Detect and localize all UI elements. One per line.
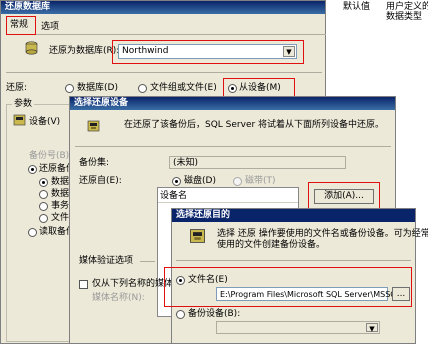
- sub-option-log[interactable]: [39, 202, 48, 211]
- disk-radio[interactable]: [172, 177, 181, 186]
- destination-description-line1: 选择 还原 操作要使用的文件名或备份设备。可为经常: [217, 229, 428, 239]
- filename-radio-label: 文件名(E): [188, 275, 228, 285]
- sub-option-file[interactable]: [39, 214, 48, 223]
- read-backup-radio[interactable]: [28, 228, 37, 237]
- filename-input-value: E:\Program Files\Microsoft SQL Server\MS…: [220, 290, 404, 299]
- tape-radio-label: 磁带(T): [245, 176, 276, 186]
- media-verify-line: [140, 261, 155, 262]
- restore-database-titlebar: 还原数据库: [1, 1, 325, 14]
- restore-as-highlight: [112, 40, 304, 64]
- restore-database-label: 数据库(D): [77, 83, 118, 93]
- device-label: 设备(V): [29, 117, 61, 127]
- separator-2: [75, 146, 391, 147]
- params-group-label: 参数: [12, 99, 35, 110]
- restore-filegroup-radio[interactable]: [138, 84, 147, 93]
- filename-input[interactable]: E:\Program Files\Microsoft SQL Server\MS…: [216, 287, 404, 301]
- device-icon: [13, 114, 26, 126]
- restore-from-label: 还原自(E):: [79, 176, 122, 186]
- database-icon: [25, 41, 38, 55]
- tape-device-icon: [87, 120, 100, 132]
- tape-radio[interactable]: [233, 177, 242, 186]
- backup-device-radio-label: 备份设备(B):: [188, 309, 241, 319]
- browse-button[interactable]: ...: [392, 287, 410, 301]
- check-media-checkbox[interactable]: [79, 280, 88, 289]
- filename-radio[interactable]: [176, 276, 185, 285]
- tab-options[interactable]: 选项: [41, 22, 59, 33]
- udt-header-line2: 数据类型: [386, 12, 423, 22]
- backup-number-label: 备份号(B): [29, 151, 70, 161]
- device-list-header-line: [158, 202, 298, 203]
- backup-set-label: 备份集:: [79, 158, 110, 168]
- backup-device-select[interactable]: ▼: [216, 321, 380, 334]
- tab-general-highlight: [6, 16, 36, 35]
- restore-label: 还原:: [6, 83, 28, 93]
- select-restore-destination-titlebar: 选择还原目的: [172, 209, 415, 222]
- destination-description-line2: 使用的文件创建备份设备。: [217, 240, 326, 250]
- default-value-header: 默认值: [343, 2, 371, 12]
- select-restore-device-titlebar: 选择还原设备: [70, 97, 395, 110]
- restore-backup-radio[interactable]: [28, 165, 37, 174]
- restore-filegroup-label: 文件组或文件(E): [150, 83, 217, 93]
- sub-option-differential[interactable]: [39, 190, 48, 199]
- select-restore-destination-dialog: 选择还原目的 选择 还原 操作要使用的文件名或备份设备。可为经常 使用的文件创建…: [164, 208, 428, 344]
- disk-radio-label: 磁盘(D): [184, 176, 216, 186]
- device-target-icon: [190, 229, 205, 243]
- from-device-highlight: [223, 78, 295, 98]
- backup-set-value: (未知): [173, 158, 199, 168]
- sub-option-database[interactable]: [39, 178, 48, 187]
- device-name-header: 设备名: [160, 191, 188, 201]
- device-description: 在还原了该备份后，SQL Server 将试着从下面所列设备中还原。: [124, 120, 385, 130]
- tab-underline: [36, 34, 326, 35]
- separator-1: [6, 72, 322, 73]
- separator-3: [176, 260, 411, 261]
- backup-device-chevron-icon[interactable]: ▼: [366, 323, 378, 333]
- backup-set-field: (未知): [169, 156, 346, 169]
- add-button-highlight: [308, 182, 380, 211]
- restore-database-radio[interactable]: [65, 84, 74, 93]
- media-name-label: 媒体名称(N):: [92, 293, 145, 303]
- restore-as-label: 还原为数据库(R):: [49, 46, 120, 56]
- media-verify-label: 媒体验证选项: [79, 256, 134, 266]
- backup-device-radio[interactable]: [176, 310, 185, 319]
